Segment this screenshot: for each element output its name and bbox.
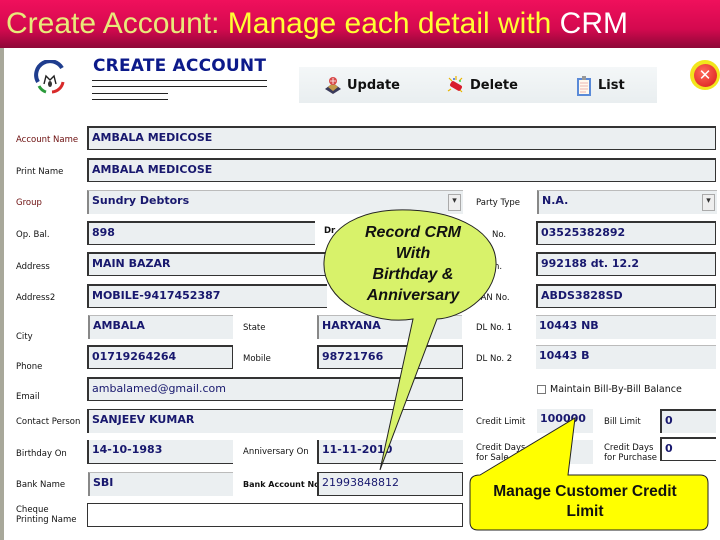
anniversary-on-input[interactable]: 11-11-2010	[317, 440, 463, 464]
crm-callout-line: Birthday &	[372, 266, 454, 283]
bill-limit-input[interactable]: 0	[660, 409, 716, 433]
op-bal-input[interactable]: 898	[87, 221, 315, 245]
title-banner: Create Account: Manage each detail with …	[0, 0, 720, 48]
party-type-select[interactable]: N.A.	[537, 190, 717, 214]
print-name-input[interactable]: AMBALA MEDICOSE	[87, 158, 716, 182]
city-label: City	[16, 332, 33, 342]
dl-no-2-input[interactable]: 10443 B	[536, 345, 716, 369]
credit-days-sale-label-line1: Credit Days	[476, 443, 526, 453]
pan-no-label: PAN No.	[476, 293, 510, 303]
group-label: Group	[16, 198, 42, 208]
dr-cr-label: Dr	[324, 226, 336, 236]
credit-callout-line: Manage Customer Credit	[493, 483, 677, 500]
close-icon: ✕	[693, 63, 717, 87]
delete-label: Delete	[470, 77, 518, 93]
credit-callout-text: Manage Customer Credit Limit	[470, 482, 700, 522]
update-icon	[323, 75, 343, 95]
title-underline	[92, 93, 168, 94]
banner-text-manage: Manage each detail with	[227, 7, 560, 40]
toolbar: Update Delete List	[299, 67, 657, 103]
field-no-2-label: n.	[494, 262, 503, 272]
address2-input[interactable]: MOBILE-9417452387	[87, 284, 327, 308]
credit-callout-line: Limit	[566, 503, 604, 520]
email-label: Email	[16, 392, 40, 402]
credit-days-purchase-label: Credit Days for Purchase	[604, 443, 657, 463]
birthday-on-input[interactable]: 14-10-1983	[87, 440, 233, 464]
op-bal-label: Op. Bal.	[16, 230, 50, 240]
group-select[interactable]: Sundry Debtors	[87, 190, 463, 214]
dl-no-1-input[interactable]: 10443 NB	[536, 315, 716, 339]
crm-callout-text: Record CRM With Birthday & Anniversary	[348, 222, 478, 306]
credit-days-sale-input[interactable]	[537, 440, 593, 464]
cheque-printing-name-input[interactable]	[87, 503, 463, 527]
credit-limit-label: Credit Limit	[476, 417, 526, 427]
address-input[interactable]: MAIN BAZAR	[87, 252, 327, 276]
checkbox-box[interactable]	[537, 385, 546, 394]
dl-no-2-label: DL No. 2	[476, 354, 513, 364]
credit-days-sale-label: Credit Days for Sale	[476, 443, 525, 463]
address2-label: Address2	[16, 293, 56, 303]
credit-days-purchase-input[interactable]: 0	[660, 437, 716, 461]
crm-callout-line: Anniversary	[366, 287, 460, 304]
cheque-printing-name-label-line2: Printing Name	[16, 515, 77, 525]
party-type-label: Party Type	[476, 198, 521, 208]
email-input[interactable]: ambalamed@gmail.com	[87, 377, 463, 401]
bank-account-no-label: Bank Account No.	[243, 480, 323, 489]
banner-text-crm: CRM	[559, 7, 628, 40]
credit-days-sale-label-line2: for Sale	[476, 453, 509, 463]
delete-icon	[446, 75, 466, 95]
credit-limit-input[interactable]: 100000	[537, 409, 593, 433]
birthday-on-label: Birthday On	[16, 449, 67, 459]
crm-callout-line: Record CRM	[364, 224, 461, 241]
phone-input[interactable]: 01719264264	[87, 345, 233, 369]
account-name-input[interactable]: AMBALA MEDICOSE	[87, 126, 716, 150]
update-button[interactable]: Update	[323, 73, 400, 97]
phone-label: Phone	[16, 362, 43, 372]
bank-name-label: Bank Name	[16, 480, 66, 490]
print-name-label: Print Name	[16, 167, 64, 177]
anniversary-on-label: Anniversary On	[243, 447, 309, 457]
bank-name-input[interactable]: SBI	[88, 472, 233, 496]
mobile-input[interactable]: 98721766	[317, 345, 463, 369]
crm-callout-line: With	[395, 245, 431, 262]
clipboard-list-icon	[574, 75, 594, 96]
contact-person-label: Contact Person	[16, 417, 81, 427]
field-no-2-input[interactable]: 992188 dt. 12.2	[536, 252, 716, 276]
dl-no-1-label: DL No. 1	[476, 323, 513, 333]
maintain-bill-by-bill-label: Maintain Bill-By-Bill Balance	[550, 384, 682, 395]
pan-no-input[interactable]: ABDS3828SD	[536, 284, 716, 308]
account-name-label: Account Name	[16, 135, 79, 145]
title-underline	[92, 86, 267, 87]
cheque-printing-name-label-line1: Cheque	[16, 505, 49, 515]
credit-days-purchase-label-line1: Credit Days	[604, 443, 654, 453]
banner-text-create-account: Create Account:	[6, 7, 228, 40]
field-no-1-label: No.	[492, 230, 507, 240]
update-label: Update	[347, 77, 400, 93]
mobile-label: Mobile	[243, 354, 271, 364]
cheque-printing-name-label: Cheque Printing Name	[16, 505, 76, 525]
maintain-bill-by-bill-checkbox[interactable]: Maintain Bill-By-Bill Balance	[537, 384, 682, 395]
bank-account-no-input[interactable]: 21993848812	[317, 472, 463, 496]
company-logo-icon	[32, 59, 68, 96]
bill-limit-label: Bill Limit	[604, 417, 641, 427]
delete-button[interactable]: Delete	[446, 73, 518, 97]
credit-days-purchase-label-line2: for Purchase	[604, 453, 657, 463]
title-underline	[92, 80, 267, 81]
list-label: List	[598, 77, 625, 93]
field-no-1-input[interactable]: 03525382892	[536, 221, 716, 245]
address-label: Address	[16, 262, 50, 272]
list-button[interactable]: List	[574, 73, 625, 97]
city-input[interactable]: AMBALA	[88, 315, 233, 339]
state-label: State	[243, 323, 266, 333]
state-input[interactable]: HARYANA	[317, 315, 462, 339]
contact-person-input[interactable]: SANJEEV KUMAR	[87, 409, 463, 433]
close-button[interactable]: ✕	[690, 60, 720, 90]
page-title: CREATE ACCOUNT	[93, 56, 267, 76]
title-underline	[92, 99, 168, 100]
